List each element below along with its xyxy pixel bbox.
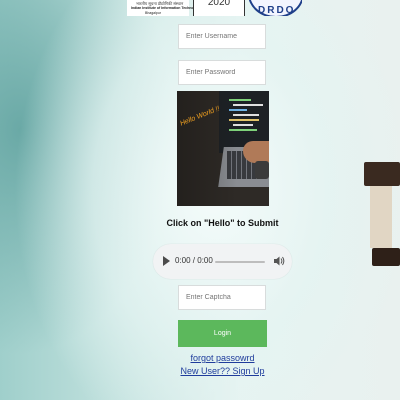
year-text: 2020 <box>207 0 231 8</box>
iiit-logo: भारतीय सूचना प्रौद्योगिकी संस्थान Indian… <box>127 0 201 16</box>
institute-name-english: Indian Institute of Information Technolo… <box>131 6 201 10</box>
object-bottom <box>372 248 400 266</box>
audio-progress-slider[interactable] <box>215 261 265 263</box>
captcha-input[interactable] <box>178 285 266 310</box>
hello-captcha-image[interactable]: Hello World !! <box>177 91 269 206</box>
header-logos: भारतीय सूचना प्रौद्योगिकी संस्थान Indian… <box>127 0 302 16</box>
object-top <box>364 162 400 186</box>
audio-player: 0:00 / 0:00 <box>153 244 292 279</box>
login-button[interactable]: Login <box>178 320 267 347</box>
play-icon[interactable] <box>163 256 170 266</box>
password-input[interactable] <box>178 60 266 85</box>
object-stem <box>370 186 392 248</box>
hand-graphic <box>243 141 269 163</box>
image-shade <box>177 91 237 206</box>
year-logo: 2020 <box>193 0 245 16</box>
signup-link[interactable]: New User?? Sign Up <box>160 366 285 376</box>
forgot-password-link[interactable]: forgot passowrd <box>160 353 285 363</box>
background-object <box>362 162 400 270</box>
drdo-text: DRDO <box>258 5 296 16</box>
code-line <box>233 104 263 106</box>
institute-location: Bhagalpur <box>145 11 161 15</box>
submit-instruction: Click on "Hello" to Submit <box>166 218 279 228</box>
username-input[interactable] <box>178 24 266 49</box>
watch-graphic <box>255 161 269 179</box>
drdo-logo: DRDO <box>248 0 302 16</box>
audio-time: 0:00 / 0:00 <box>175 256 213 265</box>
volume-icon[interactable] <box>273 255 285 267</box>
